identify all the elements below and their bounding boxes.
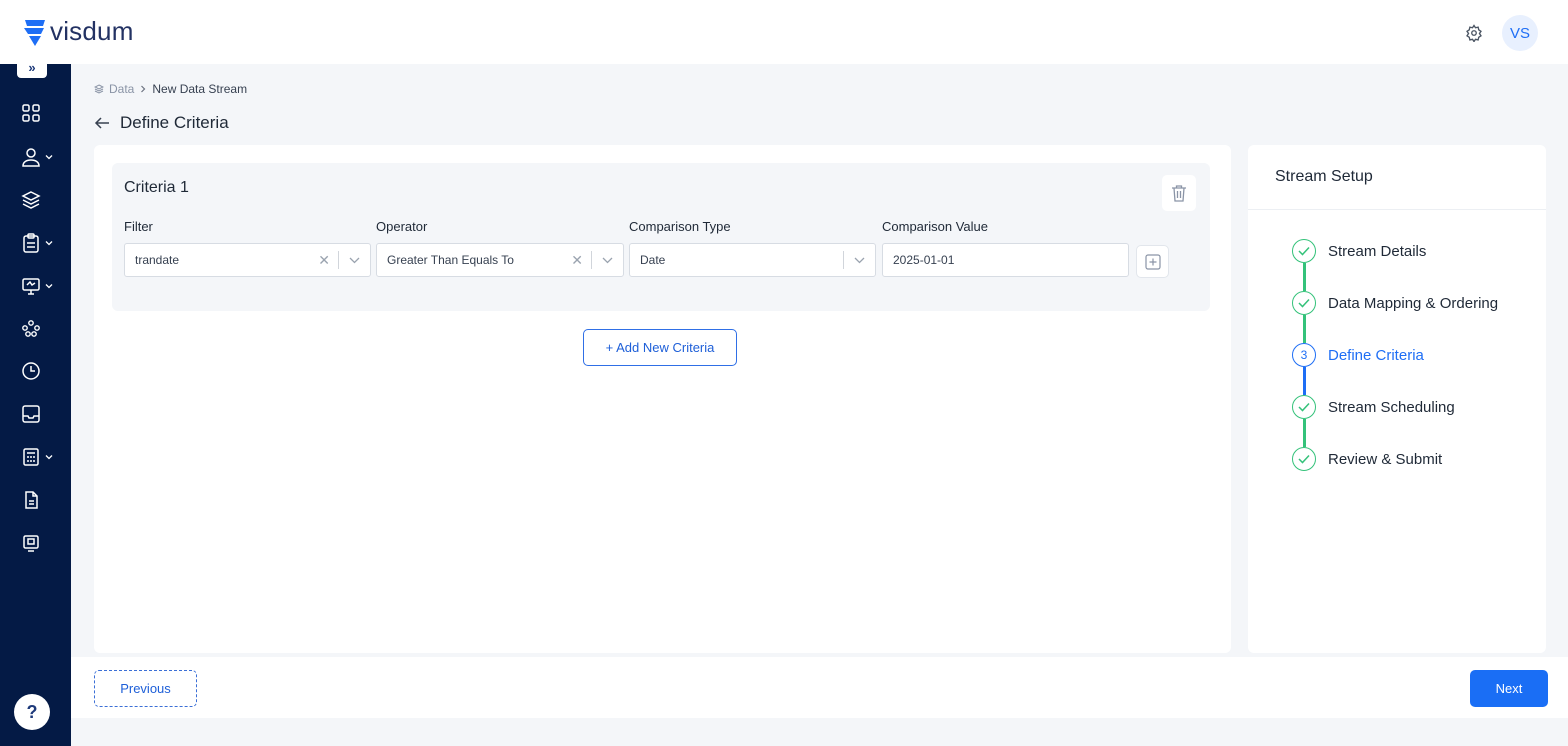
layers-icon <box>21 191 41 209</box>
step-label: Define Criteria <box>1328 346 1424 364</box>
filter-select[interactable]: trandate ✕ <box>124 243 371 277</box>
sidebar: » ? <box>0 56 71 746</box>
sidebar-item-data[interactable] <box>0 184 71 216</box>
clipboard-icon <box>23 233 39 253</box>
step-connector <box>1303 263 1306 291</box>
trash-icon <box>1172 185 1186 202</box>
step-label: Stream Scheduling <box>1328 398 1455 416</box>
check-circle-icon <box>1292 239 1316 263</box>
check-circle-icon <box>1292 447 1316 471</box>
step-stream-details[interactable]: Stream Details <box>1292 239 1426 263</box>
back-arrow-icon[interactable] <box>94 116 110 130</box>
step-define-criteria[interactable]: 3 Define Criteria <box>1292 343 1424 367</box>
step-label: Stream Details <box>1328 242 1427 260</box>
step-stream-scheduling[interactable]: Stream Scheduling <box>1292 395 1455 419</box>
filter-label: Filter <box>124 219 153 234</box>
add-new-criteria-button[interactable]: + Add New Criteria <box>583 329 737 366</box>
chevron-down-icon <box>45 284 53 289</box>
user-icon <box>22 148 40 167</box>
next-button[interactable]: Next <box>1470 670 1548 707</box>
gear-icon[interactable] <box>1462 21 1486 45</box>
clock-icon <box>22 362 40 380</box>
sidebar-item-history[interactable] <box>0 355 71 387</box>
logo[interactable]: visdum <box>22 16 134 47</box>
step-connector <box>1303 419 1306 447</box>
page-header: Define Criteria <box>94 113 229 133</box>
report-icon <box>23 535 39 552</box>
top-bar: visdum VS <box>0 0 1568 64</box>
check-circle-icon <box>1292 395 1316 419</box>
step-number-badge: 3 <box>1292 343 1316 367</box>
visdum-logo-icon <box>24 19 45 46</box>
layers-icon <box>94 84 104 94</box>
criteria-card: Criteria 1 Filter Operator Comparison Ty… <box>94 145 1231 653</box>
check-circle-icon <box>1292 291 1316 315</box>
step-label: Data Mapping & Ordering <box>1328 294 1499 312</box>
clear-icon[interactable]: ✕ <box>563 252 591 269</box>
stream-setup-title: Stream Setup <box>1275 168 1373 185</box>
step-review-submit[interactable]: Review & Submit <box>1292 447 1442 471</box>
delete-criteria-button[interactable] <box>1162 175 1196 211</box>
sidebar-item-monitor[interactable] <box>0 270 71 302</box>
breadcrumb: Data New Data Stream <box>94 82 247 96</box>
operator-label: Operator <box>376 219 428 234</box>
stream-setup-panel: Stream Setup Stream Details Data Mapping… <box>1248 145 1546 653</box>
chevron-right-icon <box>141 85 146 93</box>
chevron-down-icon <box>45 455 53 460</box>
comparison-value-text: 2025-01-01 <box>893 253 955 267</box>
footer-bar: Previous Next <box>71 657 1568 718</box>
avatar[interactable]: VS <box>1502 15 1538 51</box>
chevron-down-icon <box>45 241 53 246</box>
sidebar-item-users[interactable] <box>0 141 71 173</box>
chevron-down-icon <box>45 155 53 160</box>
divider <box>1248 209 1546 210</box>
clear-icon[interactable]: ✕ <box>310 252 338 269</box>
sidebar-item-inbox[interactable] <box>0 398 71 430</box>
add-condition-button[interactable] <box>1136 245 1169 278</box>
sidebar-item-hierarchy[interactable] <box>0 312 71 344</box>
criteria-title: Criteria 1 <box>124 179 189 196</box>
operator-select[interactable]: Greater Than Equals To ✕ <box>376 243 624 277</box>
inbox-icon <box>22 405 40 423</box>
document-icon <box>25 491 38 509</box>
dashboard-icon <box>22 104 40 122</box>
breadcrumb-data-link[interactable]: Data <box>109 82 134 96</box>
chevron-down-icon[interactable] <box>844 257 875 264</box>
monitor-icon <box>22 278 40 295</box>
comparison-value-input[interactable]: 2025-01-01 <box>882 243 1129 277</box>
comparison-type-label: Comparison Type <box>629 219 731 234</box>
step-connector <box>1303 315 1306 343</box>
step-label: Review & Submit <box>1328 450 1443 468</box>
filter-value: trandate <box>135 253 180 267</box>
comparison-type-select[interactable]: Date <box>629 243 876 277</box>
plus-square-icon <box>1144 253 1161 270</box>
sidebar-item-plans[interactable] <box>0 227 71 259</box>
expand-sidebar-button[interactable]: » <box>17 56 47 78</box>
page-title: Define Criteria <box>120 113 229 132</box>
sidebar-item-documents[interactable] <box>0 484 71 516</box>
step-data-mapping[interactable]: Data Mapping & Ordering <box>1292 291 1498 315</box>
step-connector <box>1303 367 1306 395</box>
comparison-value-label: Comparison Value <box>882 219 988 234</box>
sidebar-item-reports[interactable] <box>0 527 71 559</box>
network-icon <box>22 320 40 337</box>
criteria-item: Criteria 1 Filter Operator Comparison Ty… <box>112 163 1210 311</box>
sidebar-item-dashboard[interactable] <box>0 97 71 129</box>
app-name: visdum <box>50 16 134 46</box>
calculator-icon <box>23 448 39 466</box>
operator-value: Greater Than Equals To <box>387 253 514 267</box>
sidebar-item-calculator[interactable] <box>0 441 71 473</box>
help-button[interactable]: ? <box>14 694 50 730</box>
breadcrumb-current: New Data Stream <box>152 82 248 96</box>
previous-button[interactable]: Previous <box>94 670 197 707</box>
chevron-down-icon[interactable] <box>339 257 370 264</box>
chevron-down-icon[interactable] <box>592 257 623 264</box>
comparison-type-value: Date <box>640 253 666 267</box>
